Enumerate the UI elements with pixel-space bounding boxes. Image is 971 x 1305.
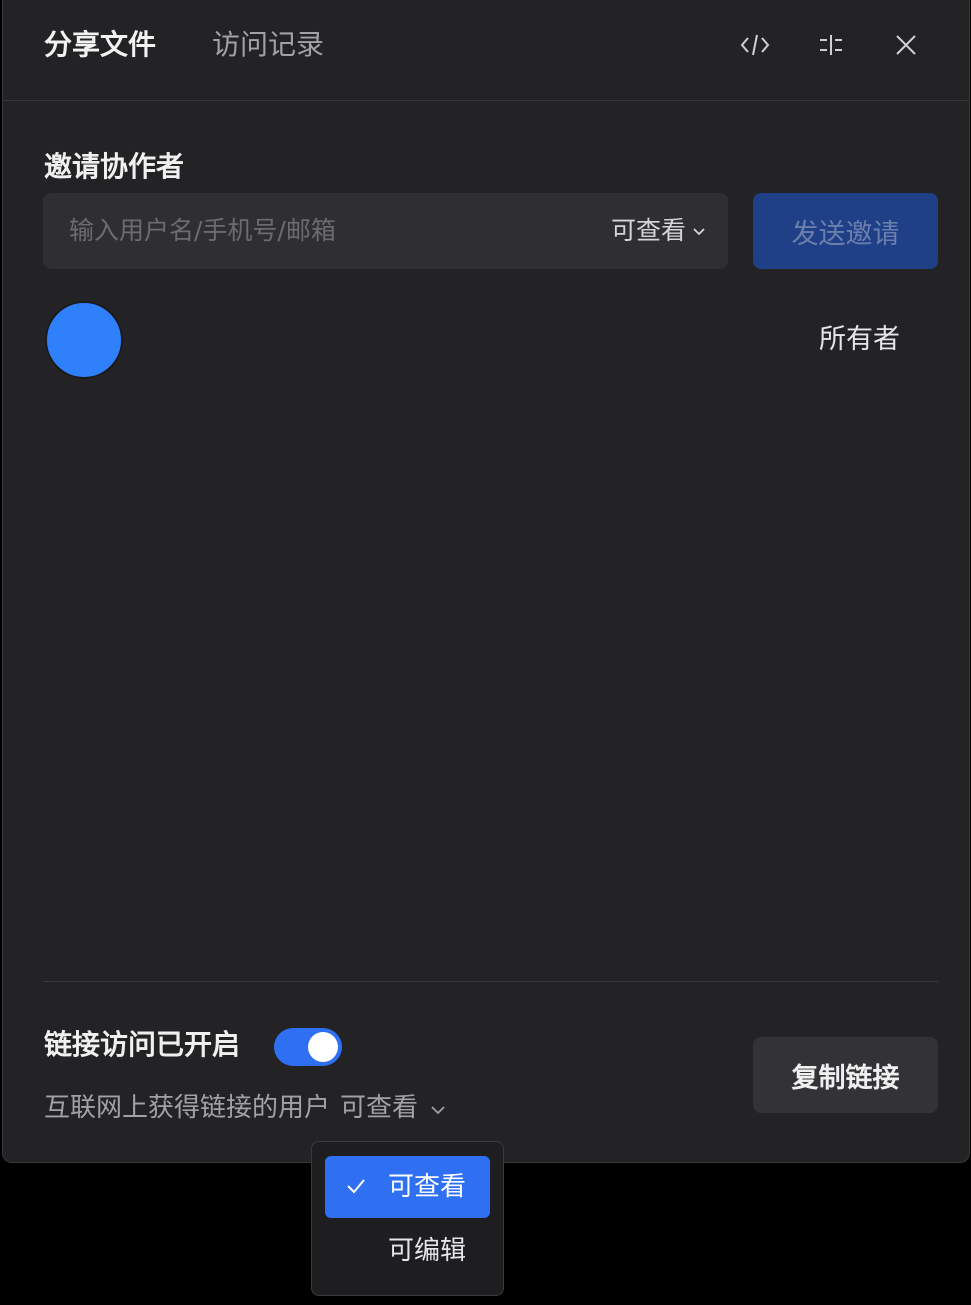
menu-item-label: 可查看	[388, 1172, 467, 1202]
tab-share-file[interactable]: 分享文件	[44, 27, 156, 63]
invite-permission-select[interactable]: 可查看	[611, 213, 706, 249]
link-access-desc-text: 互联网上获得链接的用户	[44, 1092, 331, 1123]
tab-access-history[interactable]: 访问记录	[212, 27, 324, 63]
toggle-knob	[308, 1032, 338, 1062]
invite-input-placeholder: 输入用户名/手机号/邮箱	[69, 216, 336, 245]
link-access-title: 链接访问已开启	[44, 1028, 241, 1061]
avatar	[45, 301, 123, 379]
chevron-down-icon[interactable]	[430, 1100, 446, 1119]
code-icon[interactable]	[738, 28, 772, 62]
invite-permission-label: 可查看	[610, 216, 686, 245]
dialog-header: 分享文件 访问记录	[3, 0, 969, 101]
invite-section-title: 邀请协作者	[44, 150, 185, 183]
chevron-down-icon	[692, 222, 706, 241]
invite-input[interactable]: 输入用户名/手机号/邮箱 可查看	[43, 193, 728, 269]
close-icon[interactable]	[889, 28, 923, 62]
member-role: 所有者	[819, 324, 900, 355]
divider	[43, 981, 938, 982]
menu-item-label: 可编辑	[388, 1236, 467, 1266]
share-dialog: 分享文件 访问记录 邀请协作者 输入用户名/手机号/邮箱 可查看 发送邀请 所有…	[2, 0, 970, 1163]
check-icon	[345, 1175, 367, 1201]
permission-dropdown-menu: 可查看 可编辑	[311, 1141, 504, 1296]
link-access-toggle[interactable]	[274, 1028, 342, 1066]
menu-item-edit[interactable]: 可编辑	[325, 1220, 490, 1282]
link-permission-select[interactable]: 可查看	[340, 1087, 418, 1124]
send-invite-button[interactable]: 发送邀请	[753, 193, 938, 269]
copy-link-button[interactable]: 复制链接	[753, 1037, 938, 1113]
link-access-description: 互联网上获得链接的用户 可查看	[44, 1087, 446, 1123]
sliders-icon[interactable]	[814, 28, 848, 62]
menu-item-view[interactable]: 可查看	[325, 1156, 490, 1218]
